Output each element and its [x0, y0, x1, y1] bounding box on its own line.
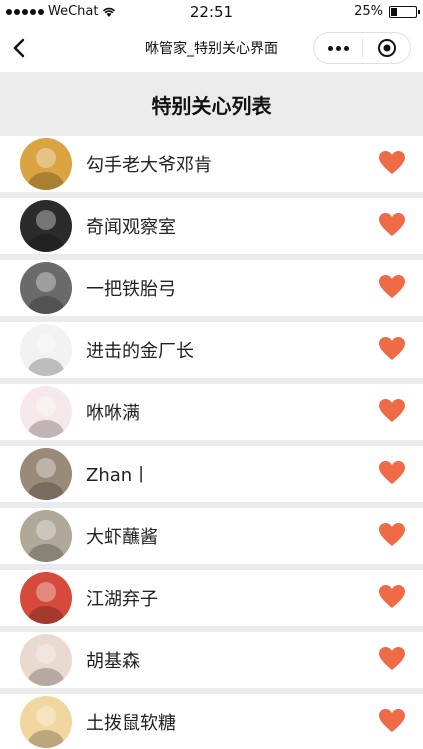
- contact-name: 奇闻观察室: [86, 217, 176, 238]
- contact-name: 江湖弃子: [86, 589, 158, 610]
- contact-name: 进击的金厂长: [86, 341, 194, 362]
- avatar[interactable]: [20, 386, 72, 438]
- heart-icon[interactable]: [379, 151, 405, 175]
- nav-title: 咻管家_特别关心界面: [145, 41, 278, 57]
- list-item[interactable]: 一把铁胎弓: [0, 260, 423, 316]
- heart-icon[interactable]: [379, 337, 405, 361]
- avatar[interactable]: [20, 138, 72, 190]
- list-item[interactable]: 勾手老大爷邓肯: [0, 136, 423, 192]
- contact-name: 大虾蘸酱: [86, 527, 158, 548]
- contact-name: 咻咻满: [86, 403, 140, 424]
- heart-icon[interactable]: [379, 399, 405, 423]
- heart-icon[interactable]: [379, 523, 405, 547]
- avatar[interactable]: [20, 200, 72, 252]
- avatar[interactable]: [20, 634, 72, 686]
- heart-icon[interactable]: [379, 275, 405, 299]
- contact-name: 一把铁胎弓: [86, 279, 176, 300]
- heart-icon[interactable]: [379, 461, 405, 485]
- list-item[interactable]: Zhan丨: [0, 446, 423, 502]
- list-item[interactable]: 土拨鼠软糖: [0, 694, 423, 749]
- contact-name: 勾手老大爷邓肯: [86, 155, 212, 176]
- heart-icon[interactable]: [379, 585, 405, 609]
- list-item[interactable]: 江湖弃子: [0, 570, 423, 626]
- heart-icon[interactable]: [379, 709, 405, 733]
- avatar[interactable]: [20, 696, 72, 748]
- nav-bar: 咻管家_特别关心界面: [0, 24, 423, 72]
- list-item[interactable]: 大虾蘸酱: [0, 508, 423, 564]
- more-dots-icon[interactable]: [314, 45, 362, 51]
- mini-program-capsule: [313, 32, 411, 64]
- battery-icon: [389, 5, 420, 18]
- heart-icon[interactable]: [379, 647, 405, 671]
- status-bar: WeChat 22:51 25%: [0, 0, 423, 24]
- heart-icon[interactable]: [379, 213, 405, 237]
- back-chevron-icon[interactable]: [6, 34, 34, 62]
- list-item[interactable]: 胡基森: [0, 632, 423, 688]
- close-target-icon[interactable]: [363, 38, 410, 58]
- contact-name: 胡基森: [86, 651, 140, 672]
- list-item[interactable]: 奇闻观察室: [0, 198, 423, 254]
- avatar[interactable]: [20, 448, 72, 500]
- contact-name: 土拨鼠软糖: [86, 713, 176, 734]
- list-item[interactable]: 进击的金厂长: [0, 322, 423, 378]
- avatar[interactable]: [20, 510, 72, 562]
- avatar[interactable]: [20, 324, 72, 376]
- list-item[interactable]: 咻咻满: [0, 384, 423, 440]
- avatar[interactable]: [20, 572, 72, 624]
- battery-percent: 25%: [354, 4, 383, 19]
- contact-name: Zhan丨: [86, 465, 151, 486]
- avatar[interactable]: [20, 262, 72, 314]
- special-care-list: 勾手老大爷邓肯 奇闻观察室一把铁胎弓进击的金厂长 咻咻满 Zhan丨大虾蘸酱江湖弃子胡…: [0, 136, 423, 749]
- page-title: 特别关心列表: [0, 72, 423, 136]
- battery-area: 25%: [354, 4, 420, 19]
